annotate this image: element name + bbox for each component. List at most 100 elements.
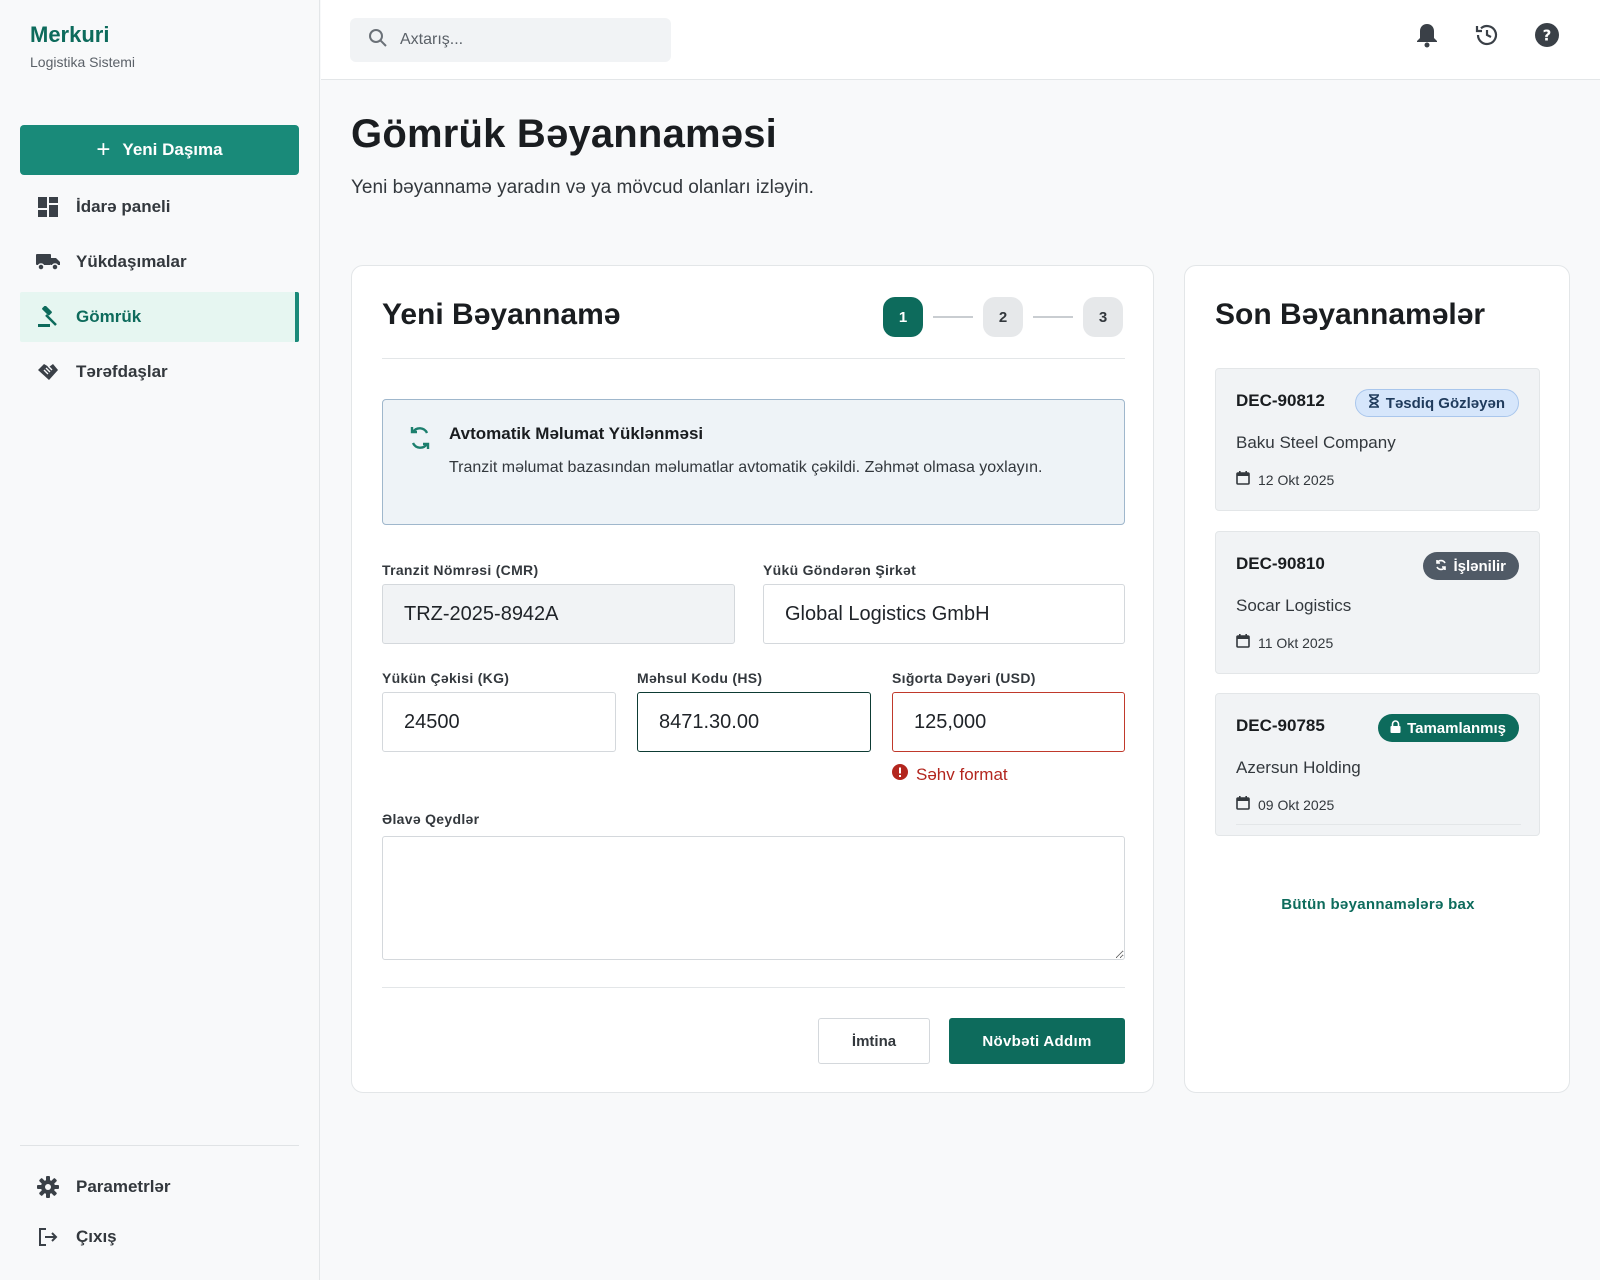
declaration-item[interactable]: DEC-90785 Tamamlanmış Azersun Holding 09… <box>1215 693 1540 836</box>
hs-code-label: Məhsul Kodu (HS) <box>637 670 763 686</box>
step-connector <box>933 316 973 318</box>
topbar: ? <box>321 0 1600 80</box>
status-text: Təsdiq Gözləyən <box>1385 394 1505 412</box>
handshake-icon <box>36 360 60 384</box>
date-text: 11 Okt 2025 <box>1258 634 1334 651</box>
sidebar-item-dashboard[interactable]: İdarə paneli <box>20 182 299 232</box>
status-badge: Təsdiq Gözləyən <box>1354 389 1519 417</box>
declaration-company: Azersun Holding <box>1236 758 1361 777</box>
cmr-input[interactable] <box>404 602 734 626</box>
sidebar-item-label: Çıxış <box>76 1227 117 1246</box>
brand: Merkuri Logistika Sistemi <box>30 22 135 70</box>
new-shipment-label: Yeni Daşıma <box>122 140 223 159</box>
logout-icon <box>36 1225 60 1249</box>
declaration-date: 09 Okt 2025 <box>1236 796 1334 813</box>
history-icon[interactable] <box>1474 22 1500 48</box>
topbar-actions: ? <box>1414 22 1560 48</box>
sender-field[interactable] <box>763 584 1125 644</box>
status-text: Tamamlanmış <box>1407 719 1506 737</box>
view-all-link[interactable]: Bütün bəyannamələrə bax <box>1185 896 1571 913</box>
calendar-icon <box>1236 634 1250 651</box>
declaration-item[interactable]: DEC-90812 Təsdiq Gözləyən Baku Steel Com… <box>1215 368 1540 511</box>
sidebar-item-label: Parametrlər <box>76 1177 171 1196</box>
declaration-id: DEC-90785 <box>1236 716 1325 735</box>
footer-divider <box>382 987 1125 988</box>
notes-label: Əlavə Qeydlər <box>382 811 480 827</box>
sidebar-item-settings[interactable]: Parametrlər <box>20 1162 299 1212</box>
help-icon[interactable]: ? <box>1534 22 1560 48</box>
search-box[interactable] <box>350 18 671 62</box>
sidebar-item-shipments[interactable]: Yükdaşımalar <box>20 237 299 287</box>
sidebar-bottom-nav: Parametrlər Çıxış <box>20 1162 299 1262</box>
info-text: Tranzit məlumat bazasından məlumatlar av… <box>449 459 1043 476</box>
declaration-form-card: Yeni Bəyannamə 1 2 3 Avtomatik Məlumat Y… <box>351 265 1154 1093</box>
next-step-button[interactable]: Növbəti Addım <box>949 1018 1125 1064</box>
sync-icon <box>407 424 433 452</box>
insurance-field[interactable] <box>892 692 1125 752</box>
error-icon <box>892 764 908 785</box>
insurance-label: Sığorta Dəyəri (USD) <box>892 670 1036 686</box>
hs-code-field[interactable] <box>637 692 871 752</box>
recent-title: Son Bəyannamələr <box>1215 298 1486 331</box>
form-title: Yeni Bəyannamə <box>382 298 621 331</box>
status-badge: İşlənilir <box>1423 552 1519 580</box>
sidebar-nav: İdarə paneli Yükdaşımalar Gömrük Tərəfda… <box>20 182 299 402</box>
notes-textarea[interactable] <box>383 837 1124 959</box>
weight-label: Yükün Çəkisi (KG) <box>382 670 510 686</box>
declaration-date: 11 Okt 2025 <box>1236 634 1333 651</box>
notes-field[interactable] <box>382 836 1125 960</box>
dashboard-icon <box>36 195 60 219</box>
search-input[interactable] <box>400 31 640 49</box>
insurance-input[interactable] <box>914 710 1124 734</box>
gear-icon <box>36 1175 60 1199</box>
item-divider <box>1236 824 1521 825</box>
header-divider <box>382 358 1125 359</box>
declaration-item[interactable]: DEC-90810 İşlənilir Socar Logistics 11 O… <box>1215 531 1540 674</box>
stepper: 1 2 3 <box>883 297 1123 337</box>
weight-field[interactable] <box>382 692 616 752</box>
status-text: İşlənilir <box>1453 557 1506 575</box>
hs-code-input[interactable] <box>659 710 870 734</box>
search-icon <box>368 28 388 53</box>
lock-icon <box>1390 719 1401 737</box>
sender-label: Yükü Göndərən Şirkət <box>763 562 917 578</box>
declaration-company: Socar Logistics <box>1236 596 1352 615</box>
weight-input[interactable] <box>404 710 615 734</box>
plus-icon: + <box>96 136 111 163</box>
info-title: Avtomatik Məlumat Yüklənməsi <box>449 424 704 443</box>
cmr-field[interactable] <box>382 584 735 644</box>
sidebar-item-label: Tərəfdaşlar <box>76 362 168 381</box>
sidebar-divider <box>20 1145 299 1146</box>
cancel-button[interactable]: İmtina <box>818 1018 930 1064</box>
sidebar: Merkuri Logistika Sistemi + Yeni Daşıma … <box>0 0 320 1280</box>
hourglass-icon <box>1368 394 1380 412</box>
svg-text:?: ? <box>1543 27 1552 45</box>
declaration-company: Baku Steel Company <box>1236 433 1396 452</box>
sidebar-item-partners[interactable]: Tərəfdaşlar <box>20 347 299 397</box>
brand-subtitle: Logistika Sistemi <box>30 54 136 70</box>
declaration-id: DEC-90810 <box>1236 554 1325 573</box>
status-badge: Tamamlanmış <box>1378 714 1519 742</box>
new-shipment-button[interactable]: + Yeni Daşıma <box>20 125 299 175</box>
step-2: 2 <box>983 297 1023 337</box>
page-title: Gömrük Bəyannaməsi <box>351 112 777 156</box>
calendar-icon <box>1236 471 1250 488</box>
date-text: 09 Okt 2025 <box>1258 796 1335 813</box>
date-text: 12 Okt 2025 <box>1258 471 1335 488</box>
sidebar-item-customs[interactable]: Gömrük <box>20 292 299 342</box>
truck-icon <box>36 250 60 274</box>
sidebar-item-label: Gömrük <box>76 307 142 326</box>
brand-name: Merkuri <box>30 22 110 47</box>
sync-icon <box>1435 558 1447 575</box>
calendar-icon <box>1236 796 1250 813</box>
declaration-date: 12 Okt 2025 <box>1236 471 1334 488</box>
step-connector <box>1033 316 1073 318</box>
gavel-icon <box>36 305 60 329</box>
insurance-error: Səhv format <box>892 764 1008 785</box>
cmr-label: Tranzit Nömrəsi (CMR) <box>382 562 539 578</box>
page-subtitle: Yeni bəyannamə yaradın və ya mövcud olan… <box>351 177 814 198</box>
declaration-id: DEC-90812 <box>1236 391 1325 410</box>
sender-input[interactable] <box>785 602 1124 626</box>
sidebar-item-logout[interactable]: Çıxış <box>20 1212 299 1262</box>
bell-icon[interactable] <box>1414 22 1440 48</box>
